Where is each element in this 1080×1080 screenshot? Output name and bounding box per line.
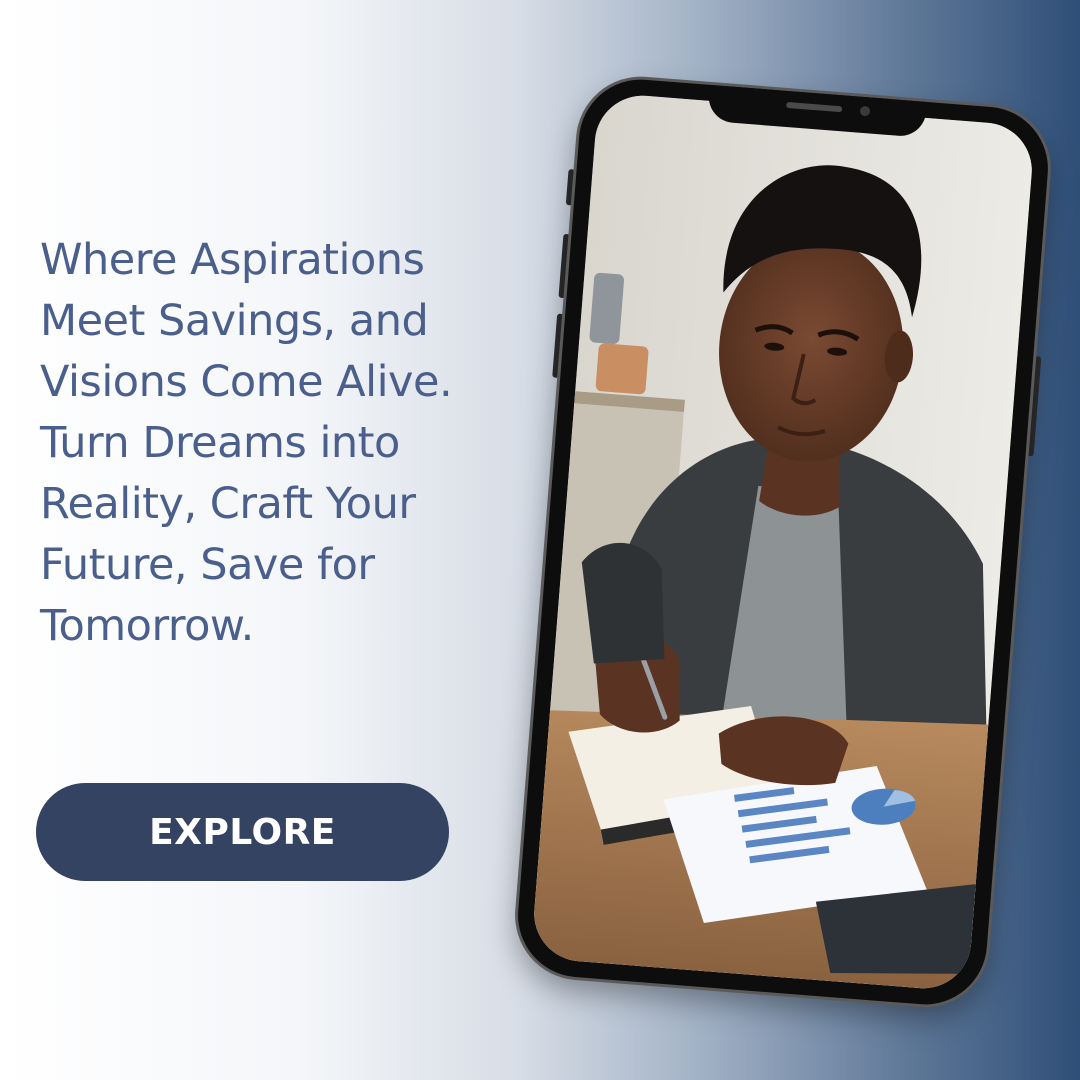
headline: Where Aspirations Meet Savings, and Visi… xyxy=(40,230,560,657)
headline-line: Reality, Craft Your xyxy=(40,479,416,529)
explore-button[interactable]: EXPLORE xyxy=(36,783,449,881)
phone-mockup xyxy=(513,74,1053,1010)
headline-line: Meet Savings, and xyxy=(40,296,429,346)
phone-frame xyxy=(513,74,1053,1010)
speaker-grille xyxy=(786,101,843,113)
front-camera xyxy=(859,105,871,117)
headline-line: Where Aspirations xyxy=(40,235,425,285)
headline-line: Visions Come Alive. xyxy=(40,357,453,407)
phone-screen xyxy=(530,92,1036,992)
headline-line: Tomorrow. xyxy=(40,601,254,651)
headline-line: Turn Dreams into xyxy=(40,418,400,468)
headline-line: Future, Save for xyxy=(40,540,375,590)
photo-man-budgeting xyxy=(530,92,1036,992)
